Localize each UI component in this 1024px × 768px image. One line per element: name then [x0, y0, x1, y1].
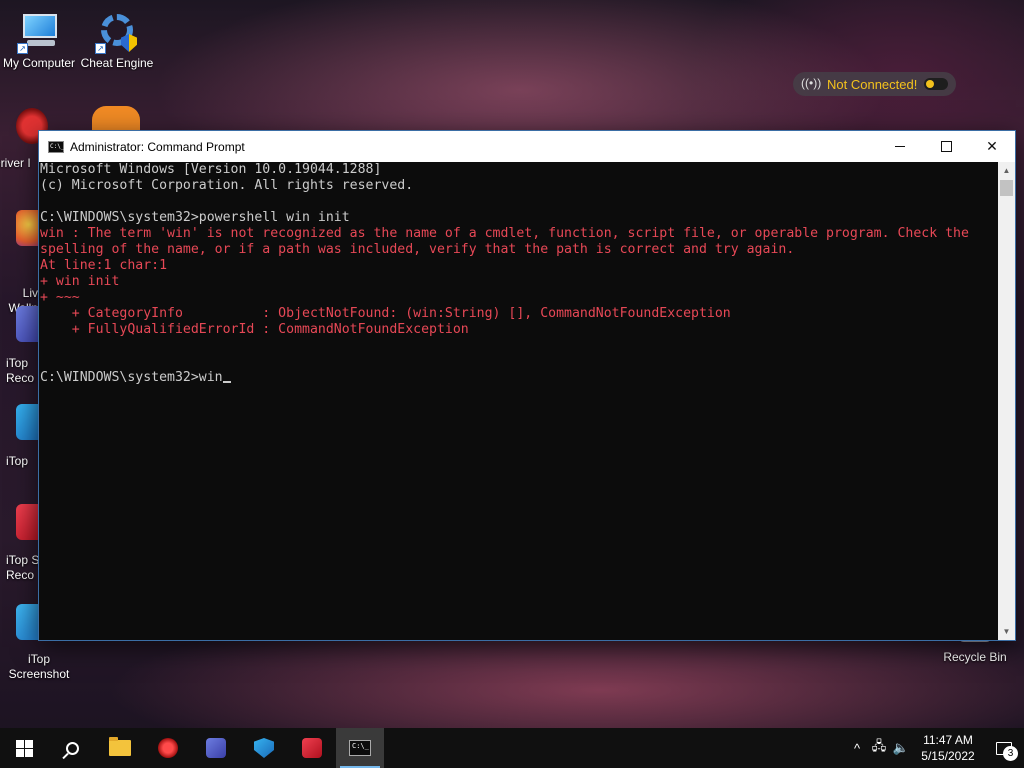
- desktop-icon-label: My Computer: [2, 56, 76, 70]
- taskbar-app-itop[interactable]: [192, 728, 240, 768]
- console-line: (c) Microsoft Corporation. All rights re…: [40, 178, 414, 193]
- console-error-line: win : The term 'win' is not recognized a…: [40, 226, 969, 241]
- clock-time: 11:47 AM: [923, 733, 973, 747]
- desktop-icon-my-computer[interactable]: ↗ My Computer: [0, 10, 78, 71]
- command-prompt-window[interactable]: C:\_ Administrator: Command Prompt ✕ Mic…: [38, 130, 1016, 641]
- desktop-icon-cheat-engine[interactable]: ↗ Cheat Engine: [78, 10, 156, 71]
- console-error-line: + CategoryInfo : ObjectNotFound: (win:St…: [40, 306, 731, 321]
- computer-icon: ↗: [17, 10, 61, 54]
- console-error-line: + ~~~: [40, 290, 80, 305]
- recorder-icon: [302, 738, 322, 758]
- notification-count-badge: 3: [1003, 746, 1018, 761]
- desktop-icon-label: Cheat Engine: [80, 56, 154, 70]
- vpn-signal-icon: ((•)): [801, 76, 822, 90]
- desktop-icon-driver-booster[interactable]: Driver I: [0, 156, 38, 171]
- desktop-icon-itop-recovery[interactable]: iTop Reco: [6, 356, 40, 386]
- console-output[interactable]: Microsoft Windows [Version 10.0.19044.12…: [39, 162, 1000, 640]
- taskbar-app-command-prompt[interactable]: C:\_: [336, 728, 384, 768]
- start-button[interactable]: [0, 728, 48, 768]
- console-error-line: + FullyQualifiedErrorId : CommandNotFoun…: [40, 322, 469, 337]
- volume-muted-icon[interactable]: 🔈: [890, 740, 912, 756]
- console-line: C:\WINDOWS\system32>powershell win init: [40, 210, 350, 225]
- minimize-button[interactable]: [877, 131, 923, 162]
- clock-date: 5/15/2022: [921, 749, 975, 763]
- vertical-scrollbar[interactable]: ▲ ▼: [998, 162, 1015, 640]
- taskbar: C:\_ ^ 🖧 🔈 11:47 AM 5/15/2022 3: [0, 728, 1024, 768]
- scroll-thumb[interactable]: [1000, 180, 1013, 196]
- console-line: Microsoft Windows [Version 10.0.19044.12…: [40, 162, 382, 177]
- desktop-icon-label: Recycle Bin: [943, 650, 1007, 664]
- chevron-up-icon[interactable]: ^: [846, 741, 868, 756]
- window-title: Administrator: Command Prompt: [70, 139, 245, 154]
- taskbar-clock[interactable]: 11:47 AM 5/15/2022: [912, 732, 984, 764]
- console-error-line: + win init: [40, 274, 120, 289]
- console-error-line: spelling of the name, or if a path was i…: [40, 242, 795, 257]
- shortcut-arrow-icon: ↗: [95, 43, 106, 54]
- shield-icon: [254, 738, 274, 758]
- desktop-icon-itop-screenshot[interactable]: iTop Screenshot: [0, 652, 78, 682]
- desktop-icon-label: iTop Screenshot: [8, 652, 70, 681]
- cheat-engine-icon: ↗: [95, 10, 139, 54]
- network-icon[interactable]: 🖧: [868, 737, 890, 759]
- shortcut-arrow-icon: ↗: [17, 43, 28, 54]
- desktop-icon-label: iTop Reco: [6, 356, 35, 385]
- desktop-icon-itop[interactable]: iTop: [6, 454, 40, 469]
- cmd-icon: C:\_: [349, 740, 371, 756]
- cmd-icon: C:\_: [48, 140, 64, 153]
- console-error-line: At line:1 char:1: [40, 258, 168, 273]
- driver-booster-icon: [158, 738, 178, 758]
- scroll-up-arrow-icon[interactable]: ▲: [998, 162, 1015, 179]
- app-icon-orange[interactable]: [92, 106, 140, 132]
- search-button[interactable]: [48, 728, 96, 768]
- maximize-button[interactable]: [923, 131, 969, 162]
- scroll-down-arrow-icon[interactable]: ▼: [998, 623, 1015, 640]
- text-cursor: [222, 381, 231, 383]
- taskbar-app-itop-recorder[interactable]: [288, 728, 336, 768]
- window-titlebar[interactable]: C:\_ Administrator: Command Prompt ✕: [39, 131, 1015, 162]
- console-prompt: C:\WINDOWS\system32>: [40, 370, 199, 385]
- desktop-icon-label: iTop: [6, 454, 29, 468]
- desktop-icon-label: iTop S Reco: [6, 553, 40, 582]
- taskbar-app-itop-vpn[interactable]: [240, 728, 288, 768]
- folder-icon: [109, 737, 131, 756]
- windows-logo-icon: [15, 739, 33, 757]
- system-tray: ^ 🖧 🔈 11:47 AM 5/15/2022 3: [846, 728, 1024, 768]
- vpn-status-text: Not Connected!: [827, 76, 918, 92]
- vpn-status-widget[interactable]: ((•)) Not Connected!: [793, 72, 956, 96]
- console-current-input[interactable]: win: [199, 370, 223, 385]
- vpn-toggle[interactable]: [924, 78, 948, 90]
- desktop-icon-label: Driver I: [0, 156, 31, 170]
- close-icon: ✕: [986, 138, 998, 154]
- taskbar-app-file-explorer[interactable]: [96, 728, 144, 768]
- itop-icon: [206, 738, 226, 758]
- search-icon: [65, 741, 79, 755]
- desktop-icon-itop-screen-recorder[interactable]: iTop S Reco: [6, 553, 40, 583]
- console-prompt-line[interactable]: C:\WINDOWS\system32>win: [40, 370, 1000, 386]
- taskbar-app-driver-booster[interactable]: [144, 728, 192, 768]
- notification-center-button[interactable]: 3: [984, 728, 1024, 768]
- close-button[interactable]: ✕: [969, 131, 1015, 162]
